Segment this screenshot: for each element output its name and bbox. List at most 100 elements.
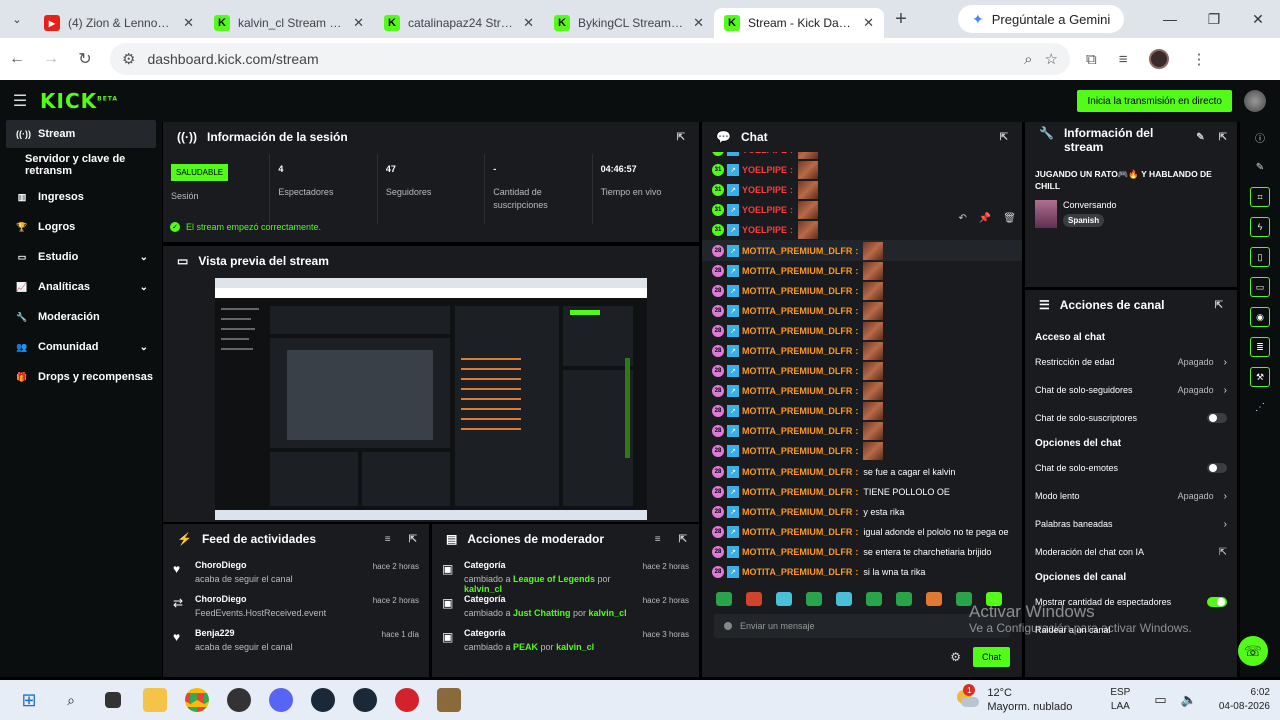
sidebar-item[interactable]: 🏆 Logros (0, 212, 162, 242)
chat-username[interactable]: MOTITA_PREMIUM_DLFR (742, 386, 852, 396)
sidebar-item[interactable]: 📈 Analíticas ⌄ (0, 272, 162, 302)
reply-icon[interactable]: ↶ (958, 213, 966, 224)
chat-message[interactable]: 28 ↗ MOTITA_PREMIUM_DLFR: (702, 261, 1022, 281)
chat-message[interactable]: 31↗YOELPIPE: (702, 180, 1022, 200)
chat-username[interactable]: MOTITA_PREMIUM_DLFR (742, 266, 852, 276)
popout-icon[interactable]: ⇱ (1000, 132, 1008, 143)
sidebar-item[interactable]: Servidor y clave de retransm (0, 148, 162, 182)
chat-message[interactable]: 28 ↗ MOTITA_PREMIUM_DLFR: igual adonde el p… (702, 522, 1022, 542)
modaction-category[interactable]: League of Legends (513, 574, 595, 584)
chat-username[interactable]: YOELPIPE (742, 185, 787, 195)
browser-tab[interactable]: K BykingCL Stream - W... ✕ (544, 8, 714, 38)
filter-icon[interactable]: ≡ (655, 534, 661, 545)
chat-message[interactable]: 28 ↗ MOTITA_PREMIUM_DLFR: (702, 301, 1022, 321)
quick-emote-icon[interactable] (746, 592, 762, 606)
toggle-switch[interactable] (1207, 597, 1227, 607)
extensions-icon[interactable]: ⧉ (1086, 51, 1097, 68)
weather-widget[interactable]: 1 12°C Mayorm. nublado (955, 684, 1072, 714)
maximize-button[interactable]: ❐ (1192, 11, 1236, 28)
broadcast-icon[interactable]: ◉ (1250, 307, 1270, 327)
lightning-icon[interactable]: ϟ (1250, 217, 1270, 237)
forward-icon[interactable]: → (34, 50, 68, 68)
pencil-icon[interactable]: ✎ (1240, 152, 1280, 182)
close-tab-icon[interactable]: ✕ (863, 15, 874, 31)
sidebar-item[interactable]: 🎁 Drops y recompensas (0, 362, 162, 392)
chat-username[interactable]: MOTITA_PREMIUM_DLFR (742, 286, 852, 296)
quick-emote-icon[interactable] (716, 592, 732, 606)
sidebar-item[interactable]: 🔧 Moderación (0, 302, 162, 332)
profile-avatar[interactable] (1149, 49, 1170, 69)
tab-search-icon[interactable]: ⌄ (0, 0, 34, 38)
chat-message[interactable]: 28 ↗ MOTITA_PREMIUM_DLFR: (702, 341, 1022, 361)
sidebar-item[interactable]: ▥ Ingresos (0, 182, 162, 212)
reload-icon[interactable]: ↻ (68, 49, 102, 69)
file-explorer-icon[interactable] (134, 688, 176, 712)
gemini-button[interactable]: ✦ Pregúntale a Gemini (958, 5, 1125, 33)
channel-option-row[interactable]: Modo lento Apagado › (1025, 482, 1237, 510)
task-view-icon[interactable] (92, 692, 134, 708)
chat-input[interactable]: Enviar un mensaje (714, 614, 1010, 638)
game-icon[interactable] (386, 688, 428, 712)
toggle-switch[interactable] (1207, 413, 1227, 423)
monitor-icon[interactable]: ▭ (1154, 692, 1166, 708)
hamburger-icon[interactable]: ☰ (0, 91, 40, 111)
channel-option-row[interactable]: Chat de solo-seguidores Apagado › (1025, 376, 1237, 404)
input-language[interactable]: ESP LAA (1110, 686, 1130, 714)
channel-option-row[interactable]: Chat de solo-emotes (1025, 454, 1237, 482)
close-window-button[interactable]: ✕ (1236, 11, 1280, 28)
modaction-item[interactable]: ▣ Categoría cambiado a League of Legends p… (432, 554, 699, 594)
emote-picker-icon[interactable] (724, 622, 732, 630)
chat-username[interactable]: MOTITA_PREMIUM_DLFR (742, 306, 852, 316)
steam-icon[interactable] (302, 688, 344, 712)
feed-item[interactable]: ⇄ ChoroDiego FeedEvents.HostReceived.event… (163, 588, 429, 622)
media-icon[interactable]: ≡ (1119, 51, 1128, 68)
search-icon[interactable]: ⌕ (50, 688, 92, 712)
kick-logo[interactable]: KICKBETA (40, 89, 118, 113)
feed-user[interactable]: Benja229 (195, 628, 372, 638)
browser-tab[interactable]: Kcatalinapaz24 Strean... ✕ (374, 8, 544, 38)
modaction-item[interactable]: ▣ Categoría cambiado a Just Chatting por k… (432, 588, 699, 622)
chat-username[interactable]: YOELPIPE (742, 165, 787, 175)
chat-message[interactable]: 28 ↗ MOTITA_PREMIUM_DLFR: (702, 401, 1022, 421)
popout-icon[interactable]: ⇱ (677, 132, 685, 143)
quick-emote-icon[interactable] (926, 592, 942, 606)
chat-message[interactable]: 31↗YOELPIPE: (702, 160, 1022, 180)
chat-username[interactable]: MOTITA_PREMIUM_DLFR (742, 446, 852, 456)
feed-user[interactable]: ChoroDiego (195, 594, 363, 604)
modaction-category[interactable]: PEAK (513, 642, 538, 652)
popout-icon[interactable]: ⇱ (409, 534, 417, 545)
minecraft-icon[interactable] (428, 688, 470, 712)
chat-username[interactable]: MOTITA_PREMIUM_DLFR (742, 547, 852, 557)
popout-icon[interactable]: ⇱ (1215, 300, 1223, 311)
user-avatar[interactable] (1244, 90, 1266, 112)
chat-message[interactable]: 28 ↗ MOTITA_PREMIUM_DLFR: (702, 321, 1022, 341)
popout-icon[interactable]: ⇱ (679, 534, 687, 545)
chat-message[interactable]: 28 ↗ MOTITA_PREMIUM_DLFR: y esta rika (702, 502, 1022, 522)
chat-message[interactable]: 28 ↗ MOTITA_PREMIUM_DLFR: se entera te char… (702, 542, 1022, 562)
chat-message[interactable]: 28 ↗ MOTITA_PREMIUM_DLFR: TIENE POLLOLO OE (702, 482, 1022, 502)
scan-icon[interactable]: ⌗ (1250, 187, 1270, 207)
menu-icon[interactable]: ⋮ (1191, 50, 1206, 68)
quick-emote-icon[interactable] (836, 592, 852, 606)
sidebar-item[interactable]: ▭ Estudio ⌄ (0, 242, 162, 272)
chat-message[interactable]: 28 ↗ MOTITA_PREMIUM_DLFR: (702, 441, 1022, 461)
chat-username[interactable]: MOTITA_PREMIUM_DLFR (742, 467, 852, 477)
chat-username[interactable]: YOELPIPE (742, 152, 787, 155)
sidebar-item[interactable]: 👥 Comunidad ⌄ (0, 332, 162, 362)
filter-icon[interactable]: ≡ (385, 534, 391, 545)
connections-icon[interactable]: ⋰ (1240, 392, 1280, 422)
chrome-icon[interactable] (176, 688, 218, 712)
chat-username[interactable]: MOTITA_PREMIUM_DLFR (742, 326, 852, 336)
close-tab-icon[interactable]: ✕ (693, 15, 704, 31)
chat-message[interactable]: 28 ↗ MOTITA_PREMIUM_DLFR: si la wna ta rika (702, 562, 1022, 582)
help-chat-button[interactable]: ☏ (1238, 636, 1268, 666)
info-icon[interactable]: ⓘ (1240, 122, 1280, 152)
chat-username[interactable]: MOTITA_PREMIUM_DLFR (742, 426, 852, 436)
omnibox[interactable]: ⚙ dashboard.kick.com/stream ⌕ ☆ (110, 43, 1070, 75)
pin-icon[interactable]: 📌 (979, 213, 991, 224)
modaction-category[interactable]: Just Chatting (513, 608, 571, 618)
modaction-user[interactable]: kalvin_cl (556, 642, 594, 652)
new-tab-button[interactable]: + (884, 8, 918, 31)
bookmark-star-icon[interactable]: ☆ (1045, 50, 1058, 68)
discord-icon[interactable] (260, 688, 302, 712)
